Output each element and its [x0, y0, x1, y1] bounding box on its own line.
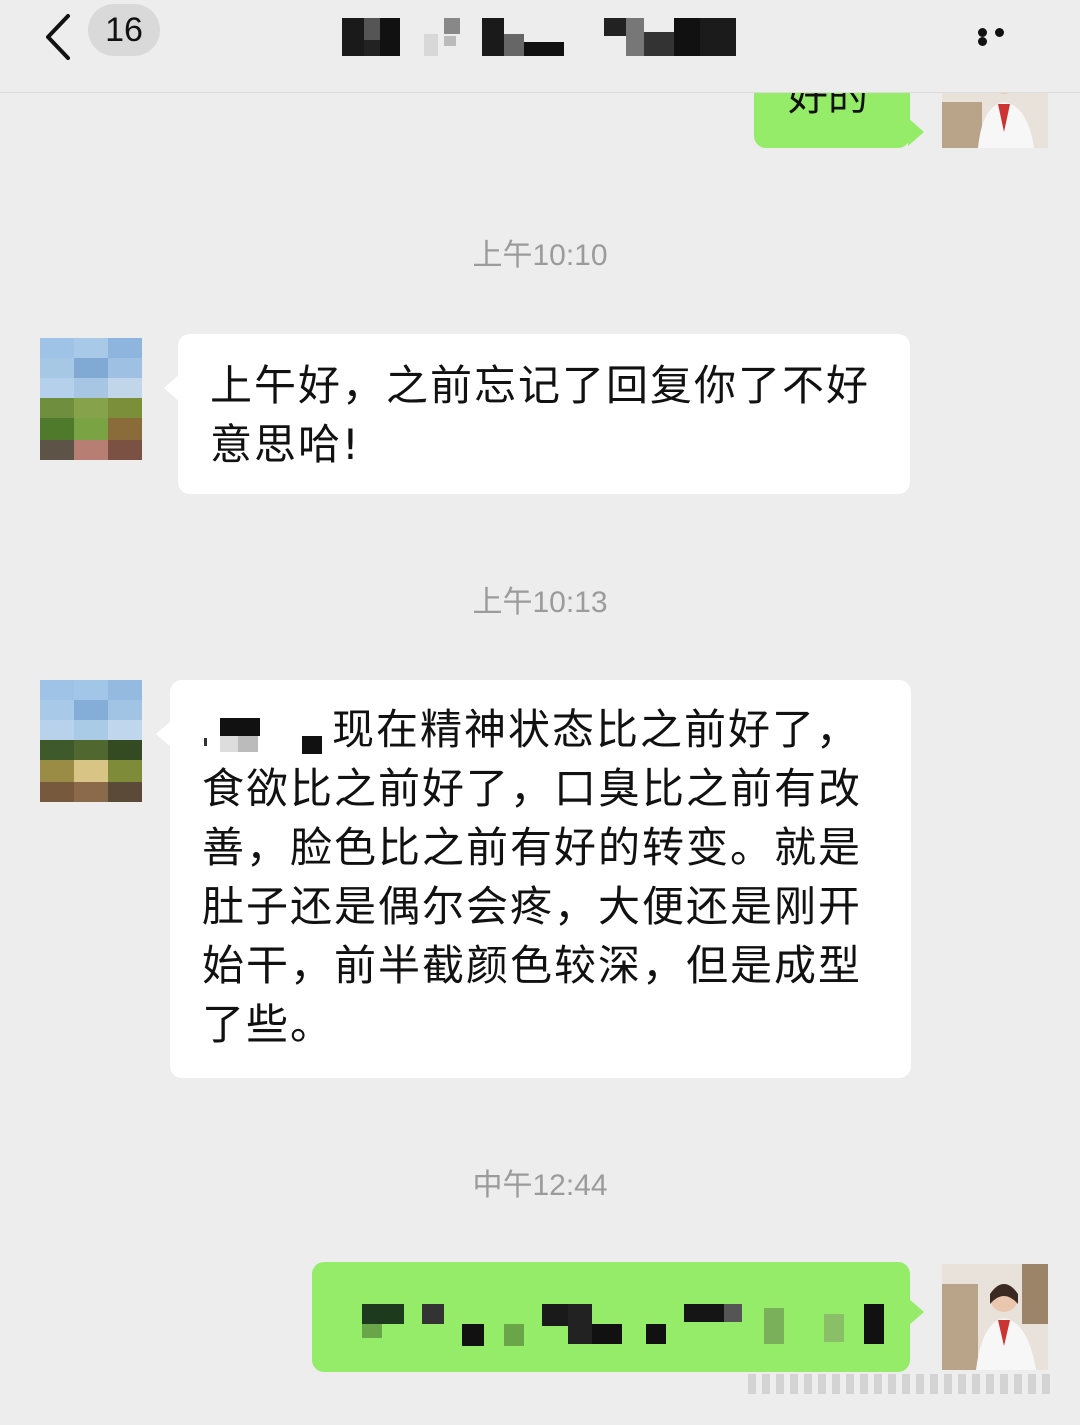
- message-text: 现在精神状态比之前好了，: [332, 705, 861, 754]
- chat-title-redacted: [340, 14, 740, 58]
- timestamp: 中午12:44: [472, 1169, 608, 1202]
- message-text: 食欲比之前好了，口臭比之前有改善，脸色比之前有好的转变。就是肚子还是偶尔会疼，大…: [202, 764, 863, 1049]
- timestamp: 上午10:10: [472, 239, 608, 272]
- redacted-message-text: [312, 1262, 910, 1372]
- contact-avatar[interactable]: [40, 680, 142, 802]
- more-dots-icon[interactable]: [978, 28, 1028, 46]
- message-list: 好的 上午10:10 上午好，之前忘记了回复你了不好意思哈! 上午10:13 现…: [0, 92, 1080, 1425]
- incoming-message-bubble[interactable]: 现在精神状态比之前好了， 食欲比之前好了，口臭比之前有改善，脸色比之前有好的转变。…: [156, 680, 911, 1078]
- self-avatar[interactable]: [942, 1264, 1048, 1370]
- message-text: 上午好，之前忘记了回复你了不好意思哈!: [210, 361, 871, 469]
- self-avatar[interactable]: [942, 92, 1048, 148]
- redacted-name: [202, 708, 332, 758]
- unread-count-badge[interactable]: 16: [88, 4, 160, 56]
- contact-avatar[interactable]: [40, 338, 142, 460]
- outgoing-message-bubble[interactable]: [312, 1262, 924, 1372]
- chevron-left-icon[interactable]: [40, 10, 80, 60]
- message-text: 好的: [788, 92, 868, 120]
- timestamp: 上午10:13: [472, 586, 608, 619]
- outgoing-message-bubble[interactable]: 好的: [754, 92, 924, 148]
- chat-header: 16: [0, 0, 1080, 93]
- watermark-redacted: [748, 1374, 1054, 1394]
- incoming-message-bubble[interactable]: 上午好，之前忘记了回复你了不好意思哈!: [164, 334, 910, 494]
